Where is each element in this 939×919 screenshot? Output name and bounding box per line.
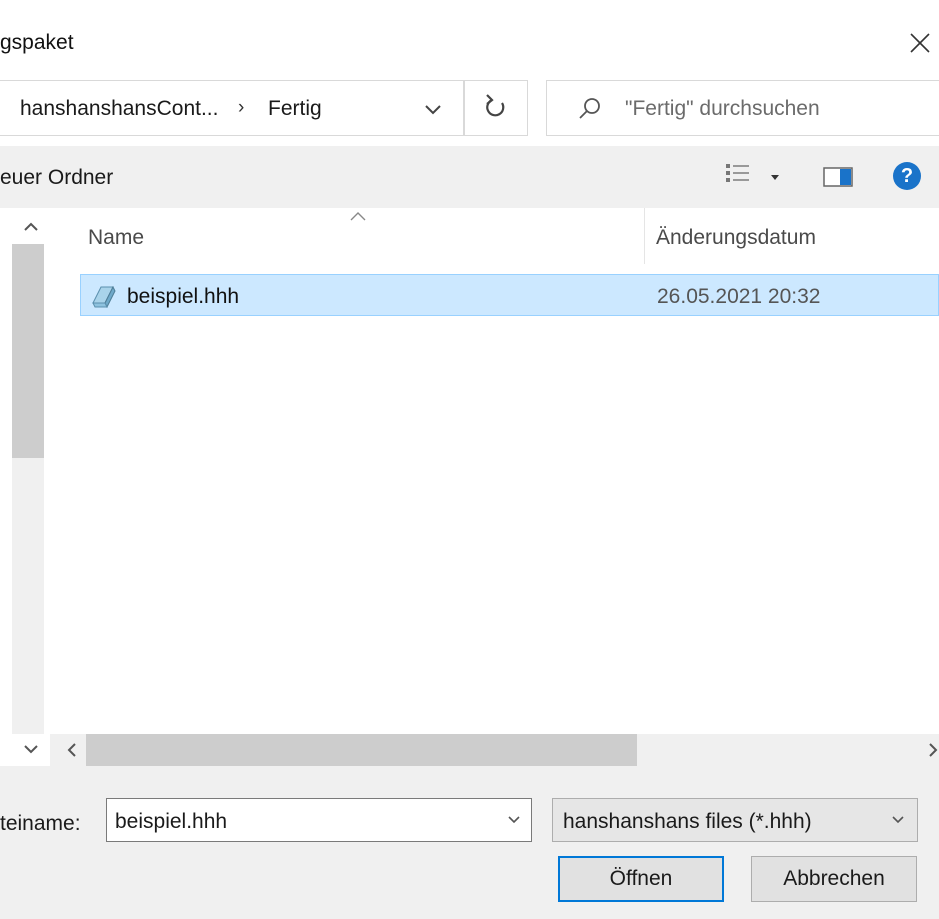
close-button[interactable]: [902, 25, 938, 61]
sort-indicator-icon: [350, 212, 366, 221]
refresh-button[interactable]: [464, 80, 528, 136]
breadcrumb-current[interactable]: Fertig: [268, 97, 322, 121]
search-icon: [579, 98, 600, 119]
file-type-select[interactable]: hanshanshans files (*.hhh): [552, 798, 918, 842]
nav-scroll-up-button[interactable]: [18, 214, 44, 240]
column-header-modified[interactable]: Änderungsdatum: [656, 226, 816, 250]
open-button[interactable]: Öffnen: [558, 856, 724, 902]
toolbar: euer Ordner ?: [0, 146, 939, 208]
chevron-right-icon: [929, 743, 938, 757]
file-type-value: hanshanshans files (*.hhh): [563, 810, 812, 833]
chevron-up-icon: [24, 222, 38, 231]
breadcrumb-parent[interactable]: hanshanshansCont...: [20, 97, 218, 121]
preview-pane-button[interactable]: [820, 160, 856, 194]
chevron-down-icon: [508, 816, 520, 824]
nav-scroll-down-button[interactable]: [18, 736, 44, 762]
address-history-dropdown[interactable]: [418, 95, 448, 123]
filename-label: teiname:: [0, 812, 81, 835]
file-row[interactable]: beispiel.hhh 26.05.2021 20:32: [80, 274, 939, 316]
address-bar[interactable]: hanshanshansCont... › Fertig: [0, 80, 464, 136]
refresh-icon: [486, 94, 505, 117]
column-header-name[interactable]: Name: [88, 226, 144, 250]
chevron-down-icon: [24, 745, 38, 754]
filename-history-dropdown[interactable]: [503, 811, 525, 829]
column-divider[interactable]: [644, 208, 645, 264]
preview-pane-icon: [823, 167, 853, 187]
open-file-dialog: gspaket hanshanshansCont... › Fertig "Fe…: [0, 0, 939, 919]
title-bar: gspaket: [0, 0, 939, 80]
close-icon: [910, 33, 930, 53]
view-details-icon: [726, 164, 779, 182]
nav-scrollbar-thumb[interactable]: [12, 244, 44, 458]
dialog-title: gspaket: [0, 31, 74, 54]
scroll-left-button[interactable]: [60, 738, 84, 762]
chevron-down-icon: [892, 816, 904, 824]
search-box[interactable]: "Fertig" durchsuchen: [546, 80, 939, 136]
search-placeholder: "Fertig" durchsuchen: [625, 97, 820, 120]
help-button[interactable]: ?: [893, 162, 921, 190]
new-folder-button[interactable]: euer Ordner: [0, 166, 113, 190]
filename-value[interactable]: beispiel.hhh: [115, 810, 227, 834]
file-name: beispiel.hhh: [127, 285, 240, 308]
chevron-left-icon: [67, 743, 76, 757]
cancel-button[interactable]: Abbrechen: [751, 856, 917, 902]
scroll-right-button[interactable]: [924, 738, 939, 762]
file-icon: [92, 285, 116, 309]
breadcrumb-separator[interactable]: ›: [238, 97, 244, 119]
change-view-button[interactable]: [720, 160, 790, 194]
filename-field[interactable]: beispiel.hhh: [106, 798, 532, 842]
horizontal-scrollbar-thumb[interactable]: [86, 734, 637, 766]
chevron-down-icon: [425, 105, 441, 115]
file-modified-date: 26.05.2021 20:32: [657, 285, 821, 308]
